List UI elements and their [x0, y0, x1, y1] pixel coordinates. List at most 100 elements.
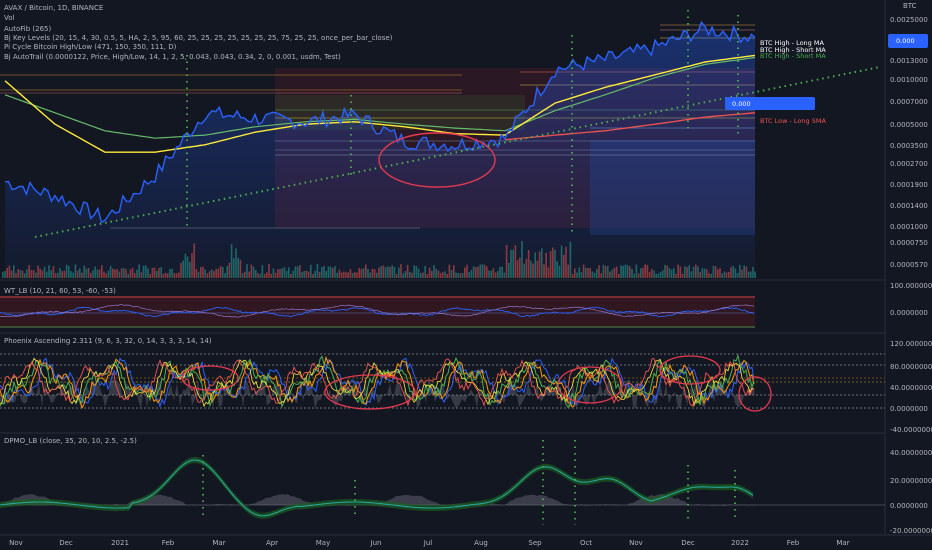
volume-bar: [193, 243, 195, 278]
volume-bar: [479, 264, 481, 278]
volume-bar: [464, 267, 466, 278]
volume-bar: [635, 264, 638, 278]
volume-bar: [261, 265, 264, 278]
volume-bar: [662, 270, 664, 278]
time-tick-label: Feb: [162, 539, 175, 547]
volume-bar: [708, 273, 710, 278]
volume-bar: [699, 271, 701, 278]
volume-bar: [470, 269, 473, 278]
dpmo-label[interactable]: DPMO_LB (close, 35, 20, 10, 2.5, -2.5): [4, 437, 137, 445]
volume-bar: [46, 271, 48, 278]
price-tick-label: 0.0003500: [890, 142, 928, 150]
volume-bar: [670, 269, 673, 278]
pi-cycle-label[interactable]: Pi Cycle Bitcoin High/Low (471, 150, 350…: [4, 43, 177, 51]
volume-bar: [74, 264, 77, 278]
time-axis[interactable]: Nov Dec 2021 Feb Mar Apr May Jun Jul Aug Sep Oct Nov…: [9, 539, 850, 547]
volume-bar: [538, 251, 541, 278]
volume-bar: [516, 260, 519, 278]
wt-tick-label: 0.0000000: [890, 309, 928, 317]
volume-bar: [323, 265, 325, 278]
volume-bar: [644, 264, 646, 278]
volume-bar: [204, 269, 206, 278]
volume-bar: [116, 269, 118, 278]
volume-label[interactable]: Vol: [4, 14, 15, 22]
volume-bar: [563, 254, 565, 278]
volume-bar: [184, 253, 187, 278]
volume-bar: [534, 252, 536, 278]
volume-bar: [213, 270, 215, 278]
volume-bar: [200, 267, 202, 278]
volume-bar: [255, 270, 257, 278]
volume-bar: [105, 273, 107, 278]
volume-bar: [171, 268, 173, 278]
volume-bar: [244, 271, 246, 278]
volume-bar: [547, 267, 550, 278]
symbol-title[interactable]: AVAX / Bitcoin, 1D, BINANCE: [4, 4, 103, 12]
volume-bar: [129, 269, 132, 278]
volume-bar: [109, 265, 112, 278]
volume-bar: [673, 268, 675, 278]
phoenix-label[interactable]: Phoenix Ascending 2.311 (9, 6, 3, 32, 0,…: [4, 337, 212, 345]
volume-bar: [17, 269, 19, 278]
volume-bar: [492, 268, 495, 278]
volume-bar: [743, 265, 745, 278]
volume-bar: [63, 270, 66, 278]
volume-bar: [585, 267, 587, 278]
chart-canvas[interactable]: 0.00250000.00190000.00130000.00100000.00…: [0, 0, 932, 550]
wt-label[interactable]: WT_LB (10, 21, 60, 53, -60, -53): [4, 287, 116, 295]
volume-bar: [541, 248, 543, 278]
volume-bar: [301, 272, 303, 278]
volume-bar: [483, 264, 486, 278]
volume-bar: [420, 273, 422, 278]
time-tick-label: Apr: [266, 539, 278, 547]
volume-bar: [307, 271, 310, 278]
volume-bar: [512, 249, 514, 278]
volume-bar: [569, 241, 572, 278]
volume-bar: [94, 266, 96, 278]
volume-bar: [695, 264, 697, 278]
volume-bar: [389, 266, 391, 278]
volume-bar: [382, 265, 385, 278]
volume-bar: [290, 273, 292, 278]
volume-bar: [235, 248, 237, 278]
volume-bar: [552, 247, 554, 278]
volume-bar: [435, 268, 437, 278]
volume-bar: [153, 267, 156, 278]
volume-bar: [356, 272, 358, 278]
time-tick-label: Jun: [370, 539, 382, 547]
volume-bar: [622, 265, 624, 278]
volume-bar: [8, 265, 11, 278]
dpmo-band: [0, 457, 753, 519]
volume-bar: [316, 264, 319, 278]
phoenix-tick-label: 80.0000000: [890, 363, 932, 371]
volume-bar: [455, 272, 457, 278]
volume-bar: [118, 271, 121, 278]
price-axis[interactable]: 0.00250000.00190000.00130000.00100000.00…: [890, 16, 932, 535]
volume-bar: [712, 265, 715, 278]
volume-bar: [560, 245, 563, 278]
volume-bar: [648, 271, 651, 278]
volume-bar: [303, 271, 305, 278]
volume-bar: [519, 257, 521, 278]
volume-bar: [79, 268, 81, 278]
price-tick-label: 0.0002700: [890, 160, 928, 168]
volume-bar: [567, 264, 569, 278]
key-levels-label[interactable]: Bj Key Levels (20, 15, 4, 30, 0.5, 5, HA…: [4, 34, 393, 42]
volume-bar: [453, 265, 455, 278]
volume-bar: [624, 264, 627, 278]
volume-bar: [574, 268, 576, 278]
volume-bar: [406, 264, 409, 278]
autotrail-label[interactable]: Bj AutoTrail (0.0000122, Price, High/Low…: [4, 53, 341, 61]
volume-bar: [202, 266, 204, 278]
volume-bar: [466, 264, 468, 278]
volume-bar: [681, 273, 684, 278]
volume-bar: [257, 273, 259, 278]
volume-bar: [233, 258, 235, 278]
volume-bar: [582, 264, 585, 278]
volume-bar: [499, 266, 501, 278]
volume-bar: [725, 272, 728, 278]
time-tick-label: Feb: [787, 539, 800, 547]
autofib-label[interactable]: AutoFib (265): [4, 25, 51, 33]
volume-bar: [351, 273, 354, 278]
volume-bar: [395, 273, 398, 278]
